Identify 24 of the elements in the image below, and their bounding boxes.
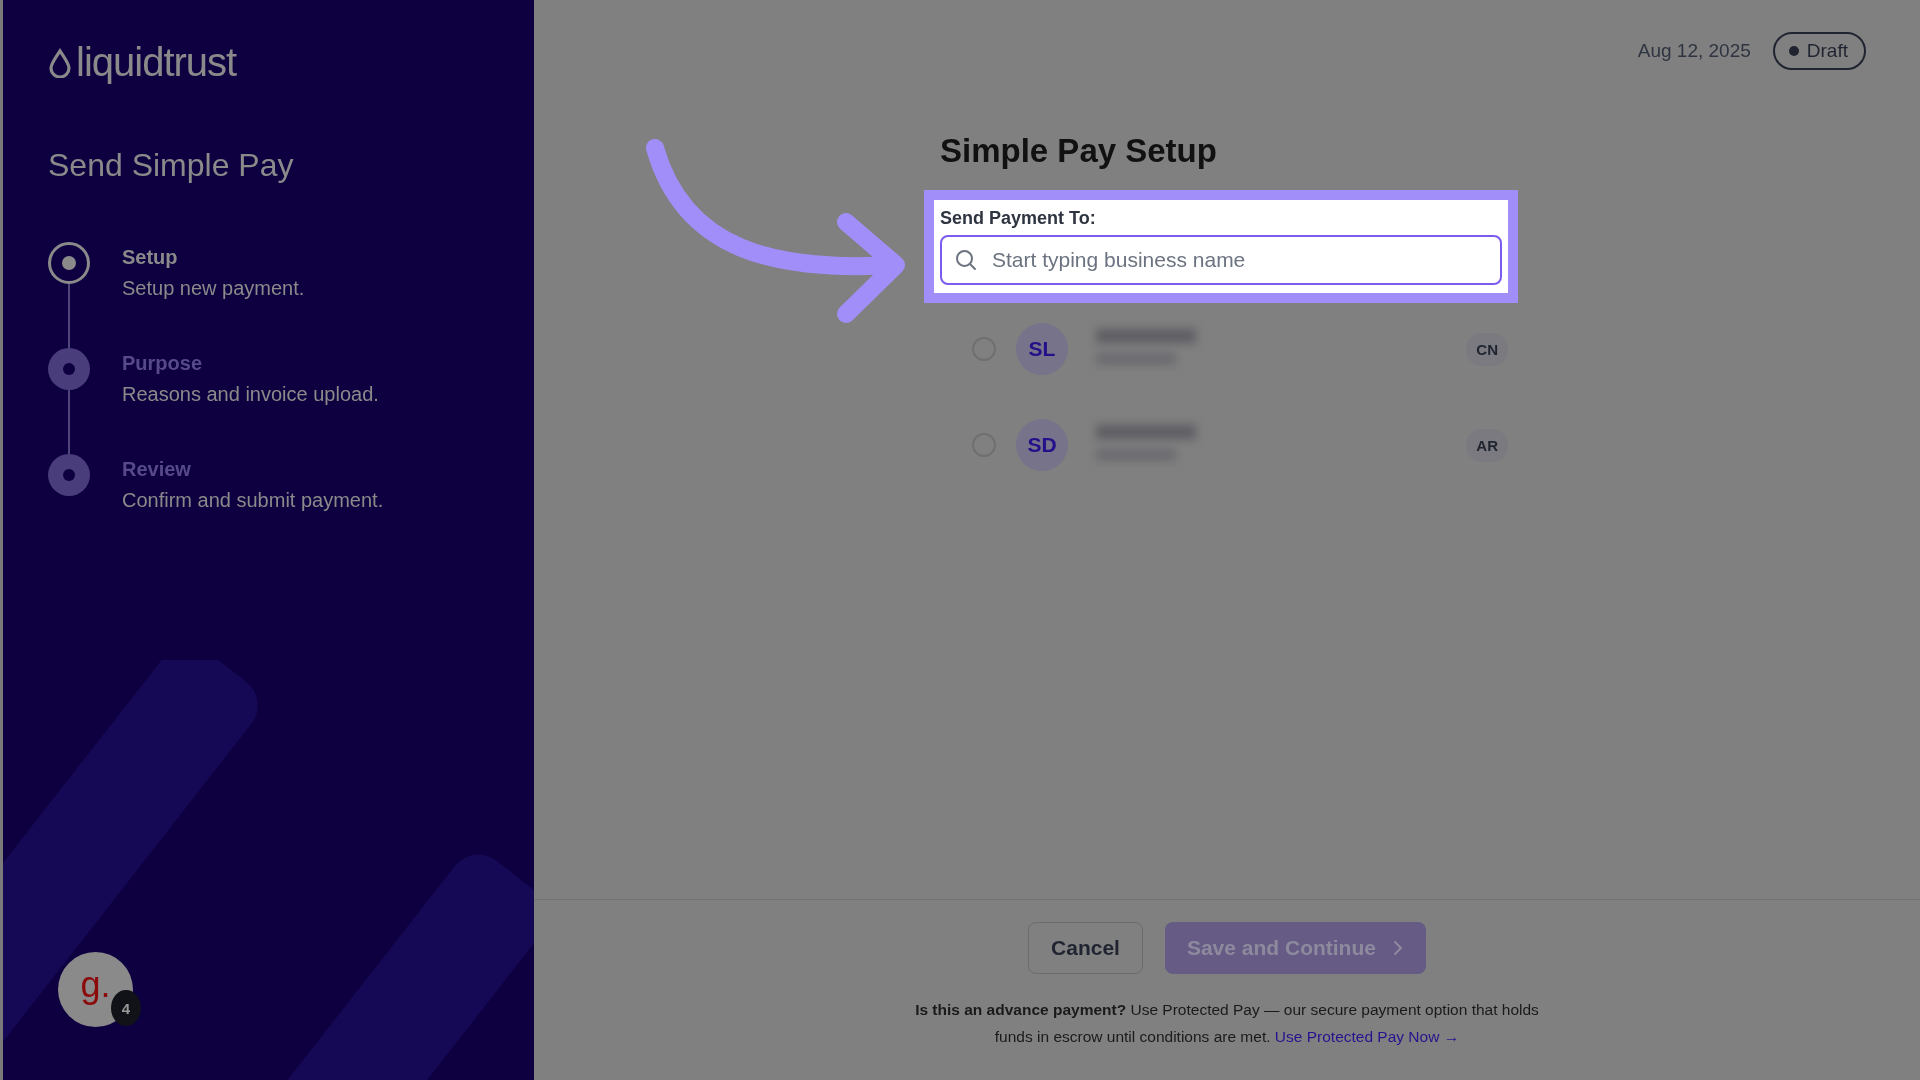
search-icon xyxy=(954,248,978,272)
droplet-icon xyxy=(48,47,72,78)
field-label: Send Payment To: xyxy=(940,208,1097,229)
protected-pay-link[interactable]: Use Protected Pay Now → xyxy=(1274,1028,1460,1045)
step-title[interactable]: Purpose xyxy=(122,352,379,375)
advance-payment-note: Is this an advance payment? Use Protected Pay — our secure payment option that holds funds in escrow until conditions are met. Use Protected Pay Now → xyxy=(914,1000,1540,1047)
step-description: Confirm and submit payment. xyxy=(122,489,384,512)
country-tag: AR xyxy=(1466,428,1508,462)
step-title[interactable]: Setup xyxy=(122,246,305,269)
cancel-button[interactable]: Cancel xyxy=(1028,922,1143,974)
status-badge: Draft xyxy=(1772,32,1866,70)
step-description: Reasons and invoice upload. xyxy=(122,383,379,406)
chevron-icon xyxy=(1391,939,1404,957)
notification-badge: 4 xyxy=(111,990,141,1026)
initials-avatar: SL xyxy=(1016,323,1068,375)
step-description: Setup new payment. xyxy=(122,277,305,300)
initials-avatar: SD xyxy=(1016,419,1068,471)
date: Aug 12, 2025 xyxy=(1637,40,1751,62)
sidebar-title: Send Simple Pay xyxy=(48,147,295,184)
search-field[interactable]: Start typing business name xyxy=(940,235,1502,285)
page-title: Simple Pay Setup xyxy=(940,132,1218,170)
step-title[interactable]: Review xyxy=(122,458,384,481)
logo: liquidtrust xyxy=(76,40,237,85)
country-tag: CN xyxy=(1466,332,1508,366)
